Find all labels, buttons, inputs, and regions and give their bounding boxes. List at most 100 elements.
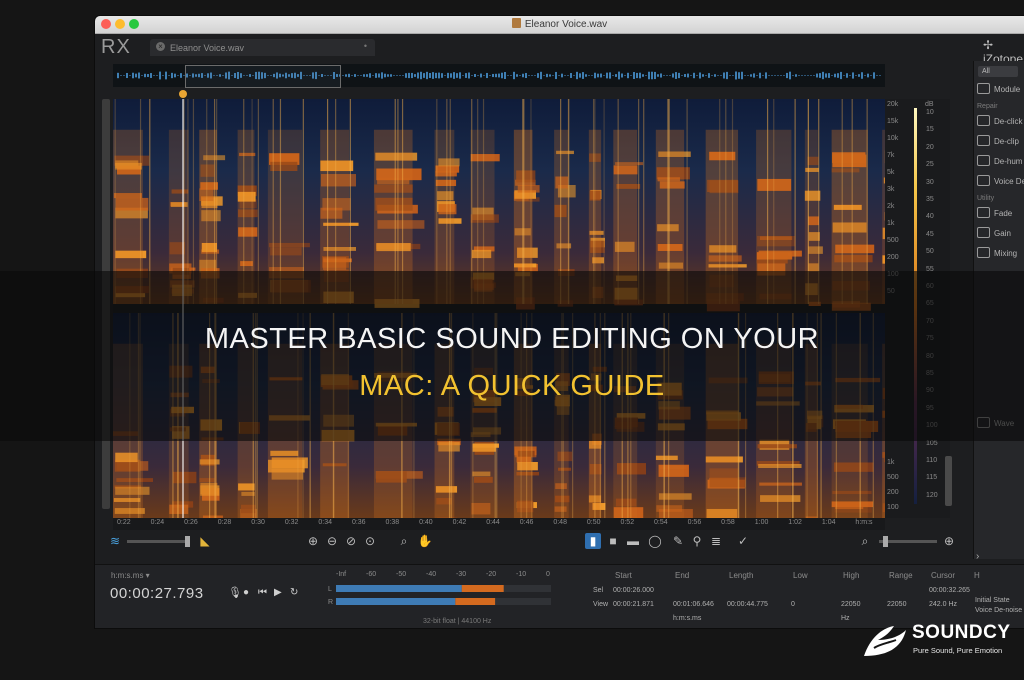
overview-waveform-bar [849, 75, 851, 76]
module-item[interactable]: Mixing [977, 247, 1017, 258]
overview-waveform-bar [162, 75, 164, 76]
module-item[interactable]: De-click [977, 115, 1022, 126]
waveform-toggle-icon[interactable]: ≋ [107, 533, 123, 549]
overview-waveform-bar [702, 74, 704, 77]
vertical-zoom-handle[interactable] [883, 536, 888, 547]
play-icon[interactable]: ▶ [274, 587, 282, 598]
selection-value[interactable]: 00:00:21.871 [613, 601, 654, 608]
selection-value[interactable]: 00:01:06.646 [673, 601, 714, 608]
opacity-slider[interactable] [127, 540, 189, 543]
opacity-slider-handle[interactable] [185, 536, 190, 547]
overview-selection[interactable] [185, 65, 341, 88]
overview-waveform-bar [351, 75, 353, 76]
overview-waveform-bar [576, 71, 578, 80]
zoom-tool-icon[interactable]: ⌕ [396, 533, 412, 549]
harmonic-selection-icon[interactable]: ≣ [708, 533, 724, 549]
overview-waveform-bar [465, 73, 467, 78]
selection-value[interactable]: 242.0 Hz [929, 601, 957, 608]
frequency-tick-label: 100 [887, 504, 899, 511]
overview-waveform-bar [753, 73, 755, 78]
loop-icon[interactable]: ↻ [290, 587, 298, 598]
tab-menu-icon[interactable]: • [364, 41, 367, 51]
zoom-selection-icon[interactable]: ⊘ [343, 533, 359, 549]
overview-waveform-bar [765, 72, 767, 79]
file-tab[interactable]: × Eleanor Voice.wav • [150, 39, 375, 56]
overview-waveform-bar [426, 71, 428, 80]
module-item-label: Mixing [994, 249, 1018, 258]
selection-value[interactable]: 00:00:44.775 [727, 601, 768, 608]
overview-waveform-bar [138, 72, 140, 79]
overview-waveform-bar [549, 74, 551, 77]
overview-waveform-bar [684, 74, 686, 77]
spectrogram-toggle-icon[interactable]: ◣ [197, 533, 213, 549]
history-item-1[interactable]: Voice De-noise [975, 607, 1022, 614]
module-item-label: Gain [994, 229, 1011, 238]
selection-column-header: Length [729, 571, 754, 580]
record-icon[interactable]: ● [243, 587, 249, 598]
overview-waveform-bar [387, 74, 389, 77]
mix-icon [977, 247, 990, 258]
overview-waveform-bar [558, 75, 560, 76]
overview-waveform-bar [813, 75, 815, 76]
module-item[interactable]: Module [977, 83, 1020, 94]
window-title: Eleanor Voice.wav [95, 18, 1024, 30]
module-item-label: De-clip [994, 137, 1019, 146]
selection-column-header: High [843, 571, 860, 580]
meter-scale-label: -30 [456, 571, 466, 578]
zoom-fit-icon[interactable]: ⊙ [362, 533, 378, 549]
meter-scale-label: -10 [516, 571, 526, 578]
playhead-handle[interactable] [179, 90, 187, 98]
overview-waveform-bar [543, 75, 545, 76]
overview-waveform-bar [819, 73, 821, 78]
meter-scale-label: -40 [426, 571, 436, 578]
lasso-tool-icon[interactable]: ◯ [647, 533, 663, 549]
overview-waveform-bar [801, 75, 803, 76]
instant-process-icon[interactable]: ✓ [735, 533, 751, 549]
zoom-vertical-in-icon[interactable]: ⊕ [941, 533, 957, 549]
module-item[interactable]: De-hum [977, 155, 1022, 166]
selection-value[interactable]: 22050 [841, 601, 860, 608]
history-item-0[interactable]: Initial State [975, 597, 1010, 604]
module-item[interactable]: Fade [977, 207, 1012, 218]
overview-waveform-bar [783, 75, 785, 76]
db-tick-label: 45 [926, 230, 934, 238]
frequency-unit-label: Hz [841, 615, 850, 622]
overview-waveform-bar [603, 75, 605, 76]
meter-channel-label: L [328, 586, 332, 593]
frequency-tick-label: 15k [887, 118, 899, 125]
overview-waveform-bar [561, 73, 563, 78]
magic-wand-icon[interactable]: ⚲ [689, 533, 705, 549]
module-item[interactable]: De-clip [977, 135, 1019, 146]
amplitude-zoom-scrollbar[interactable] [945, 456, 952, 506]
overview-waveform-bar [597, 73, 599, 78]
meter-scale-label: 0 [546, 571, 550, 578]
time-format-select[interactable]: h:m:s.ms ▾ [111, 571, 150, 580]
overview-waveform-bar [834, 73, 836, 78]
overview-waveform-bar [774, 75, 776, 76]
overview-waveform-bar [471, 75, 473, 76]
brush-tool-icon[interactable]: ✎ [670, 533, 686, 549]
record-mic-icon[interactable]: 🎙 [228, 586, 242, 599]
rectangle-selection-tool-icon[interactable]: ▬ [625, 533, 641, 549]
zoom-out-icon[interactable]: ⊖ [324, 533, 340, 549]
overview-waveform-bar [390, 74, 392, 77]
selection-value[interactable]: 00:00:32.265 [929, 587, 970, 594]
panel-expand-icon[interactable]: › [976, 551, 979, 562]
hand-tool-icon[interactable]: ✋ [417, 533, 433, 549]
overview-waveform-bar [843, 75, 845, 76]
zoom-in-icon[interactable]: ⊕ [305, 533, 321, 549]
module-filter[interactable]: All [978, 66, 1018, 77]
zoom-vertical-icon[interactable]: ⌕ [857, 533, 873, 549]
rewind-icon[interactable]: ⏮ [258, 587, 267, 598]
overview-waveform-bar [846, 73, 848, 78]
overview-waveform-bar [117, 72, 119, 79]
time-selection-tool-icon[interactable]: ▮ [585, 533, 601, 549]
selection-value[interactable]: 00:00:26.000 [613, 587, 654, 594]
module-item[interactable]: Gain [977, 227, 1011, 238]
overview-waveform-bar [624, 75, 626, 76]
module-item[interactable]: Voice De [977, 175, 1024, 186]
selection-value[interactable]: 22050 [887, 601, 906, 608]
selection-value[interactable]: 0 [791, 601, 795, 608]
frequency-selection-tool-icon[interactable]: ■ [605, 533, 621, 549]
close-tab-icon[interactable]: × [156, 42, 165, 51]
